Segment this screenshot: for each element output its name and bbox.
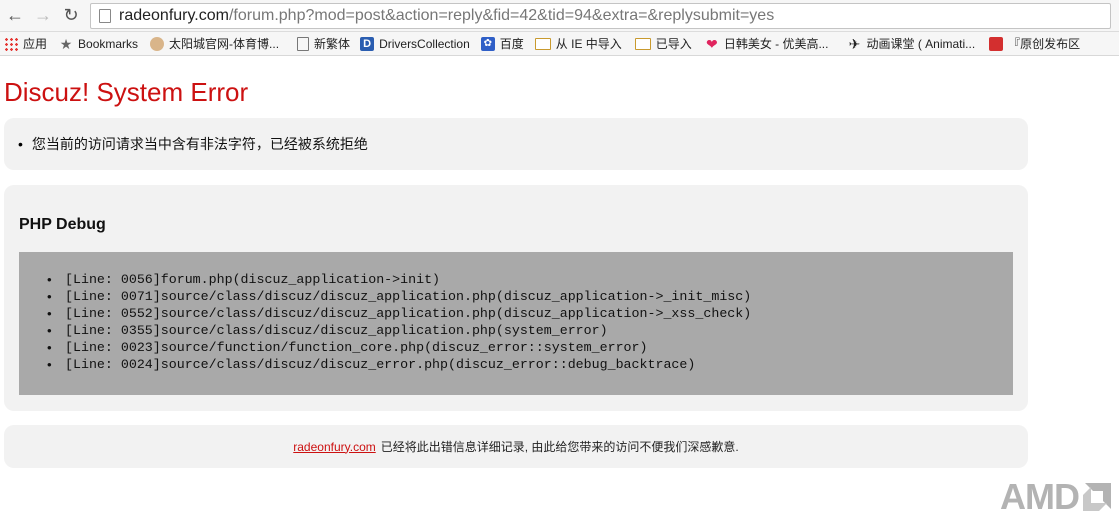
trace-text: [Line: 0024]source/class/discuz/discuz_e… bbox=[65, 357, 696, 372]
page-icon bbox=[297, 36, 310, 51]
bookmark-folder-ie[interactable]: 从 IE 中导入 bbox=[534, 35, 622, 52]
bookmarks-bar: 应用 ★ Bookmarks 太阳城官网-体育博... 新繁体 D DriversC… bbox=[0, 32, 1119, 56]
trace-line: • [Line: 0071]source/class/discuz/discuz_… bbox=[47, 289, 752, 304]
trace-text: [Line: 0355]source/class/discuz/discuz_a… bbox=[65, 323, 608, 338]
red-site-icon bbox=[989, 36, 1004, 51]
url-path: /forum.php?mod=post&action=reply&fid=42&… bbox=[228, 7, 775, 24]
bookmark-site[interactable]: 太阳城官网-体育博... bbox=[150, 35, 279, 52]
bookmark-folder-imported[interactable]: 已导入 bbox=[634, 35, 692, 52]
plane-icon: ✈ bbox=[848, 35, 861, 52]
site-icon bbox=[150, 36, 165, 51]
bookmark-label: DriversCollection bbox=[379, 36, 470, 51]
amd-arrow-icon bbox=[1083, 483, 1111, 511]
star-icon: ★ bbox=[59, 35, 73, 52]
bookmark-bookmarks[interactable]: ★ Bookmarks bbox=[59, 37, 138, 51]
bookmark-label: 新繁体 bbox=[314, 37, 351, 51]
trace-line: • [Line: 0024]source/class/discuz/discuz_… bbox=[47, 357, 696, 372]
page-icon bbox=[99, 9, 111, 23]
footer-text: 已经将此出错信息详细记录, 由此给您带来的访问不便我们深感歉意. bbox=[380, 440, 739, 454]
error-message-box: • 您当前的访问请求当中含有非法字符，已经被系统拒绝 bbox=[4, 118, 1028, 170]
bookmark-label: 从 IE 中导入 bbox=[555, 37, 622, 51]
back-arrow-icon[interactable]: ← bbox=[2, 3, 28, 29]
bookmark-label: 百度 bbox=[499, 37, 524, 51]
address-bar[interactable]: radeonfury.com/forum.php?mod=post&action… bbox=[90, 3, 1111, 29]
amd-watermark: AMD bbox=[1000, 479, 1113, 515]
trace-text: [Line: 0023]source/function/function_cor… bbox=[65, 340, 648, 355]
bookmark-heart[interactable]: ❤ 日韩美女 - 优美高... bbox=[705, 35, 829, 52]
bookmark-label: 日韩美女 - 优美高... bbox=[723, 37, 829, 51]
php-debug-box: PHP Debug • [Line: 0056]forum.php(discuz_… bbox=[4, 185, 1028, 411]
debug-heading: PHP Debug bbox=[19, 216, 106, 233]
bookmark-red-site[interactable]: 『原创发布区 bbox=[989, 35, 1080, 52]
error-message: 您当前的访问请求当中含有非法字符，已经被系统拒绝 bbox=[31, 136, 368, 152]
trace-line: • [Line: 0056]forum.php(discuz_applicatio… bbox=[47, 272, 441, 287]
trace-line: • [Line: 0355]source/class/discuz/discuz_… bbox=[47, 323, 608, 338]
bookmark-label: 已导入 bbox=[655, 37, 692, 51]
bookmark-label: 动画课堂 ( Animati... bbox=[866, 37, 976, 51]
bookmark-page[interactable]: 新繁体 bbox=[297, 35, 350, 52]
debug-trace: • [Line: 0056]forum.php(discuz_applicatio… bbox=[19, 252, 1013, 395]
bookmark-label: 『原创发布区 bbox=[1008, 37, 1081, 51]
site-link[interactable]: radeonfury.com bbox=[293, 440, 375, 454]
trace-line: • [Line: 0023]source/function/function_co… bbox=[47, 340, 648, 355]
bookmark-apps[interactable]: 应用 bbox=[4, 35, 47, 52]
bookmark-label: 应用 bbox=[23, 37, 48, 51]
bookmark-animation[interactable]: ✈ 动画课堂 ( Animati... bbox=[847, 35, 976, 52]
forward-arrow-icon[interactable]: → bbox=[30, 3, 56, 29]
page-content: Discuz! System Error • 您当前的访问请求当中含有非法字符，… bbox=[0, 76, 1119, 468]
address-url[interactable]: radeonfury.com/forum.php?mod=post&action… bbox=[119, 7, 774, 25]
url-host: radeonfury.com bbox=[119, 7, 229, 24]
apps-icon bbox=[4, 36, 18, 51]
bookmark-label: Bookmarks bbox=[78, 36, 139, 51]
driverscollection-icon: D bbox=[360, 36, 375, 51]
baidu-paw-icon: ✿ bbox=[480, 36, 495, 51]
page-title: Discuz! System Error bbox=[4, 77, 249, 107]
trace-line: • [Line: 0552]source/class/discuz/discuz_… bbox=[47, 306, 752, 321]
bullet: • bbox=[18, 136, 23, 152]
bookmark-label: 太阳城官网-体育博... bbox=[169, 37, 280, 51]
footer-box: radeonfury.com 已经将此出错信息详细记录, 由此给您带来的访问不便… bbox=[4, 425, 1028, 468]
trace-text: [Line: 0071]source/class/discuz/discuz_a… bbox=[65, 289, 752, 304]
browser-toolbar: ← → ↻ radeonfury.com/forum.php?mod=post&… bbox=[0, 0, 1119, 32]
amd-logo-text: AMD bbox=[1000, 476, 1080, 517]
bookmark-driverscollection[interactable]: D DriversCollection bbox=[360, 36, 470, 51]
folder-icon bbox=[634, 37, 651, 50]
trace-text: [Line: 0552]source/class/discuz/discuz_a… bbox=[65, 306, 752, 321]
trace-text: [Line: 0056]forum.php(discuz_application… bbox=[65, 272, 441, 287]
heart-icon: ❤ bbox=[705, 35, 718, 52]
reload-icon[interactable]: ↻ bbox=[58, 3, 84, 29]
bookmark-baidu[interactable]: ✿ 百度 bbox=[480, 35, 524, 52]
folder-icon bbox=[534, 37, 551, 50]
